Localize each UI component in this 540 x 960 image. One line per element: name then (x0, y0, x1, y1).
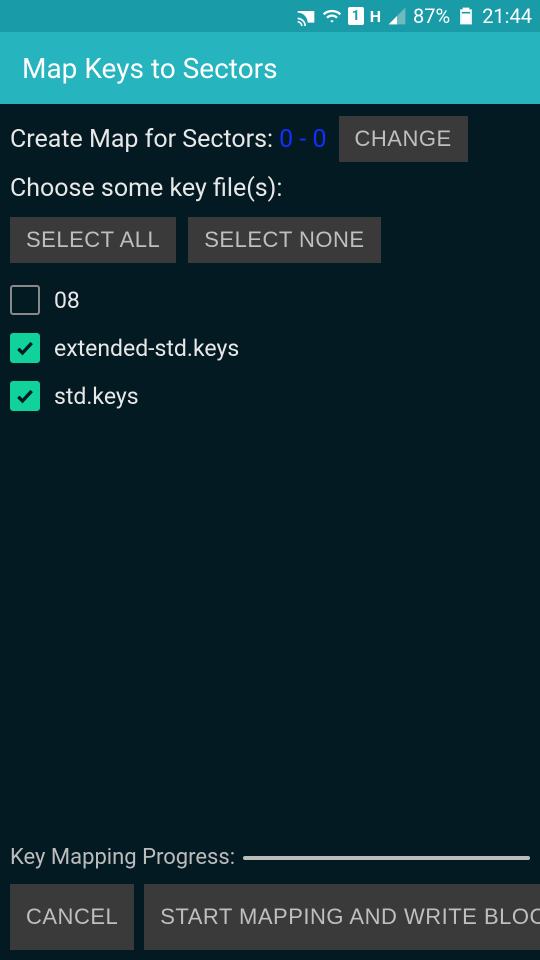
change-button[interactable]: CHANGE (339, 116, 468, 162)
page-title: Map Keys to Sectors (22, 52, 278, 85)
wifi-icon (322, 6, 342, 26)
app-bar: Map Keys to Sectors (0, 32, 540, 104)
list-item[interactable]: std.keys (10, 381, 530, 411)
checkmark-icon (15, 386, 35, 406)
status-bar: 1 H 87% 21:44 (0, 0, 540, 32)
checkbox[interactable] (10, 333, 40, 363)
signal-icon (387, 6, 407, 26)
progress-bar (243, 856, 530, 860)
progress-row: Key Mapping Progress: (10, 845, 530, 870)
list-item[interactable]: 08 (10, 285, 530, 315)
clock: 21:44 (482, 4, 532, 28)
status-icons: 1 H (296, 6, 407, 26)
select-all-button[interactable]: SELECT ALL (10, 217, 176, 263)
bottom-buttons: CANCEL START MAPPING AND WRITE BLOCK (10, 884, 530, 960)
list-item[interactable]: extended-std.keys (10, 333, 530, 363)
checkbox[interactable] (10, 381, 40, 411)
cancel-button[interactable]: CANCEL (10, 884, 134, 950)
choose-key-files-label: Choose some key file(s): (10, 174, 530, 203)
sector-range-value: 0 - 0 (279, 125, 326, 154)
select-none-button[interactable]: SELECT NONE (188, 217, 380, 263)
progress-label: Key Mapping Progress: (10, 845, 235, 870)
checkmark-icon (15, 338, 35, 358)
sim-indicator-icon: 1 (348, 7, 364, 25)
start-mapping-button[interactable]: START MAPPING AND WRITE BLOCK (144, 884, 540, 950)
battery-icon (456, 6, 476, 26)
selection-buttons-row: SELECT ALL SELECT NONE (10, 217, 530, 263)
key-file-label: 08 (54, 287, 80, 314)
main-content: Create Map for Sectors: 0 - 0 CHANGE Cho… (0, 104, 540, 960)
network-type-icon: H (370, 7, 381, 26)
sector-range-label: Create Map for Sectors: (10, 125, 273, 154)
checkbox[interactable] (10, 285, 40, 315)
sector-range-row: Create Map for Sectors: 0 - 0 CHANGE (10, 116, 530, 162)
battery-pct: 87% (413, 4, 450, 28)
key-file-list: 08 extended-std.keys std.keys (10, 285, 530, 411)
key-file-label: std.keys (54, 383, 139, 410)
key-file-label: extended-std.keys (54, 335, 239, 362)
cast-icon (296, 6, 316, 26)
